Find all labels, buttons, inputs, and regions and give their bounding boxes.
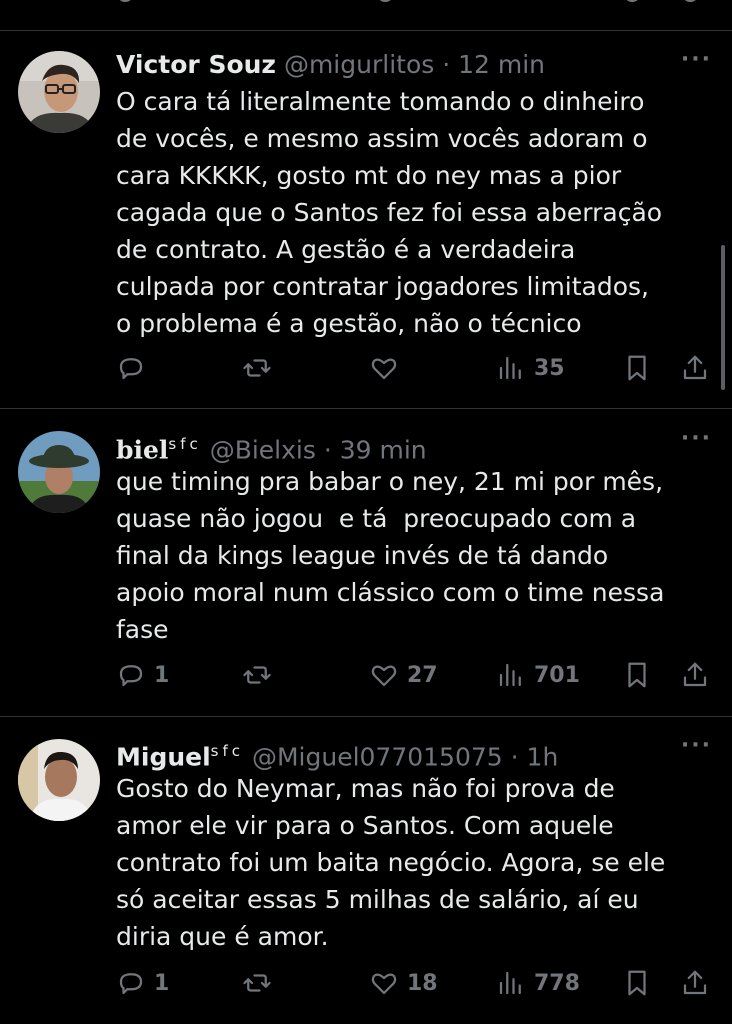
view-count: 35 — [534, 355, 565, 381]
tweet-text: Gosto do Neymar, mas não foi prova de am… — [116, 774, 666, 951]
display-name[interactable]: Victor Souz — [116, 50, 276, 79]
share-button[interactable] — [680, 352, 710, 384]
display-name-suffix: sfc — [168, 435, 202, 453]
tweet-text: que timing pra babar o ney, 21 mi por mê… — [116, 467, 665, 644]
view-count: 701 — [534, 662, 580, 688]
previous-tweet-actions: ⌣ ⌣ ⌣ ⌣ — [0, 0, 732, 31]
avatar-image — [18, 51, 100, 133]
avatar-image — [18, 431, 100, 513]
like-icon — [371, 665, 397, 687]
bookmark-button[interactable] — [622, 352, 652, 384]
like-icon — [371, 358, 397, 380]
like-button[interactable] — [369, 352, 407, 384]
retweet-icon — [243, 666, 271, 684]
scrollbar[interactable] — [721, 245, 725, 390]
display-name-suffix: sfc — [210, 742, 245, 760]
reply-icon — [119, 973, 143, 995]
views-icon — [499, 971, 521, 995]
reply-button[interactable]: 1 — [116, 967, 169, 999]
share-icon[interactable]: ⌣ — [683, 0, 697, 11]
share-icon — [683, 355, 707, 380]
views-button[interactable]: 778 — [496, 967, 580, 999]
retweet-button[interactable] — [242, 967, 280, 999]
more-options-icon[interactable]: ··· — [681, 426, 712, 451]
bookmark-icon — [628, 970, 646, 996]
reply-icon — [119, 665, 143, 687]
retweet-button[interactable] — [242, 659, 280, 691]
avatar[interactable] — [18, 739, 100, 821]
retweet-icon — [243, 974, 271, 992]
avatar[interactable] — [18, 51, 100, 133]
tweet[interactable]: bielsfc @Bielxis · 39 min ··· que timing… — [0, 409, 732, 717]
tweet[interactable]: Miguelsfc @Miguel077015075 · 1h ··· Gost… — [0, 717, 732, 1024]
like-icon[interactable]: ⌣ — [378, 0, 392, 11]
tweet-header: bielsfc @Bielxis · 39 min — [116, 428, 712, 464]
bookmark-button[interactable] — [622, 659, 652, 691]
retweet-icon — [243, 359, 271, 377]
user-handle[interactable]: @Bielxis — [210, 435, 316, 464]
separator-dot: · — [510, 742, 519, 772]
bookmark-button[interactable] — [622, 967, 652, 999]
user-handle[interactable]: @Miguel077015075 — [252, 742, 503, 771]
like-button[interactable]: 18 — [369, 967, 438, 999]
tweet-text: O cara tá literalmente tomando o dinheir… — [116, 87, 663, 338]
display-name[interactable]: biel — [116, 435, 168, 464]
display-name[interactable]: Miguel — [116, 742, 211, 771]
reply-button[interactable] — [116, 352, 154, 384]
separator-dot: · — [442, 50, 451, 79]
views-button[interactable]: 701 — [496, 659, 580, 691]
tweet-actions: 35 — [116, 352, 716, 384]
timeline: ⌣ ⌣ ⌣ ⌣ Victor Souz @migurlitos · 12 min… — [0, 0, 732, 1024]
tweet[interactable]: Victor Souz @migurlitos · 12 min ··· O c… — [0, 31, 732, 409]
bookmark-icon — [628, 355, 646, 381]
user-handle[interactable]: @migurlitos — [284, 50, 434, 79]
avatar-image — [18, 739, 100, 821]
avatar[interactable] — [18, 431, 100, 513]
timestamp[interactable]: 1h — [527, 742, 559, 771]
reply-icon — [119, 358, 143, 380]
like-count: 18 — [407, 970, 438, 996]
share-icon — [683, 970, 707, 995]
reply-button[interactable]: 1 — [116, 659, 169, 691]
timestamp[interactable]: 39 min — [340, 435, 427, 464]
tweet-actions: 1 27 701 — [116, 659, 716, 691]
reply-count: 1 — [154, 970, 170, 996]
share-button[interactable] — [680, 967, 710, 999]
like-button[interactable]: 27 — [369, 659, 438, 691]
tweet-header: Victor Souz @migurlitos · 12 min — [116, 49, 712, 81]
share-icon — [683, 662, 707, 687]
bookmark-icon[interactable]: ⌣ — [625, 0, 639, 11]
retweet-button[interactable] — [242, 352, 280, 384]
views-button[interactable]: 35 — [496, 352, 565, 384]
tweet-header: Miguelsfc @Miguel077015075 · 1h — [116, 735, 712, 771]
more-options-icon[interactable]: ··· — [681, 733, 712, 758]
views-icon — [499, 356, 521, 380]
separator-dot: · — [323, 435, 332, 465]
share-button[interactable] — [680, 659, 710, 691]
more-options-icon[interactable]: ··· — [681, 47, 712, 72]
like-icon — [371, 973, 397, 995]
like-count: 27 — [407, 662, 438, 688]
reply-count: 1 — [154, 662, 170, 688]
views-icon — [499, 663, 521, 687]
bookmark-icon — [628, 662, 646, 688]
tweet-actions: 1 18 778 — [116, 967, 716, 999]
view-count: 778 — [534, 970, 580, 996]
timestamp[interactable]: 12 min — [458, 50, 545, 79]
reply-icon[interactable]: ⌣ — [118, 0, 132, 11]
